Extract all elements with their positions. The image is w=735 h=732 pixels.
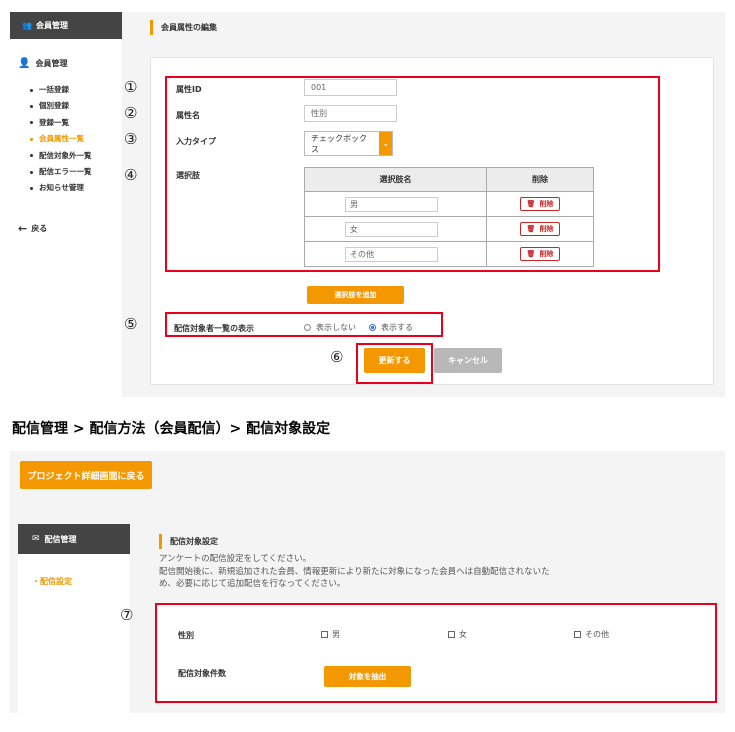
sidebar-item-individual-register[interactable]: 個別登録 bbox=[30, 98, 92, 114]
sidebar-item-excluded-list[interactable]: 配信対象外一覧 bbox=[30, 148, 92, 164]
marker-5: ⑤ bbox=[124, 315, 138, 333]
marker-4: ④ bbox=[124, 166, 138, 184]
back-to-project-button[interactable]: プロジェクト詳細画面に戻る bbox=[20, 461, 152, 489]
sidebar-menu: 一括登録 個別登録 登録一覧 会員属性一覧 配信対象外一覧 配信エラー一覧 お知… bbox=[30, 82, 92, 197]
marker-3: ③ bbox=[124, 130, 138, 148]
highlight-box-display bbox=[165, 312, 443, 337]
breadcrumb-caption: 配信管理 > 配信方法（会員配信）> 配信対象設定 bbox=[12, 421, 331, 437]
sidebar-item-member-attributes[interactable]: 会員属性一覧 bbox=[30, 131, 92, 147]
cancel-button[interactable]: キャンセル bbox=[434, 348, 502, 373]
sidebar-header: 👥 会員管理 bbox=[10, 12, 122, 39]
sidebar-item-delivery-settings[interactable]: ・配信設定 bbox=[32, 576, 72, 587]
add-option-button[interactable]: 選択肢を追加 bbox=[307, 286, 404, 304]
arrow-left-icon: ← bbox=[18, 222, 28, 235]
marker-6: ⑥ bbox=[330, 348, 344, 366]
highlight-box-update bbox=[356, 343, 433, 384]
sidebar-section-title: 👤 会員管理 bbox=[18, 58, 68, 69]
back-link[interactable]: ← 戻る bbox=[18, 222, 47, 235]
highlight-box-target bbox=[155, 603, 717, 703]
delivery-description: アンケートの配信設定をしてください。 配信開始後に、新規追加された会員、情報更新… bbox=[159, 554, 550, 589]
marker-1: ① bbox=[124, 78, 138, 96]
delivery-sidebar-header: ✉ 配信管理 bbox=[18, 524, 130, 554]
users-icon: 👥 bbox=[22, 21, 32, 30]
delivery-target-title: 配信対象設定 bbox=[159, 534, 218, 549]
mail-icon: ✉ bbox=[32, 534, 40, 544]
sidebar-item-register-list[interactable]: 登録一覧 bbox=[30, 115, 92, 131]
marker-2: ② bbox=[124, 104, 138, 122]
user-icon: 👤 bbox=[18, 58, 31, 69]
sidebar-item-bulk-register[interactable]: 一括登録 bbox=[30, 82, 92, 98]
marker-7: ⑦ bbox=[120, 606, 134, 624]
sidebar-item-error-list[interactable]: 配信エラー一覧 bbox=[30, 164, 92, 180]
page-title: 会員属性の編集 bbox=[150, 20, 217, 35]
sidebar-item-notice[interactable]: お知らせ管理 bbox=[30, 180, 92, 196]
highlight-box-form bbox=[165, 76, 660, 272]
